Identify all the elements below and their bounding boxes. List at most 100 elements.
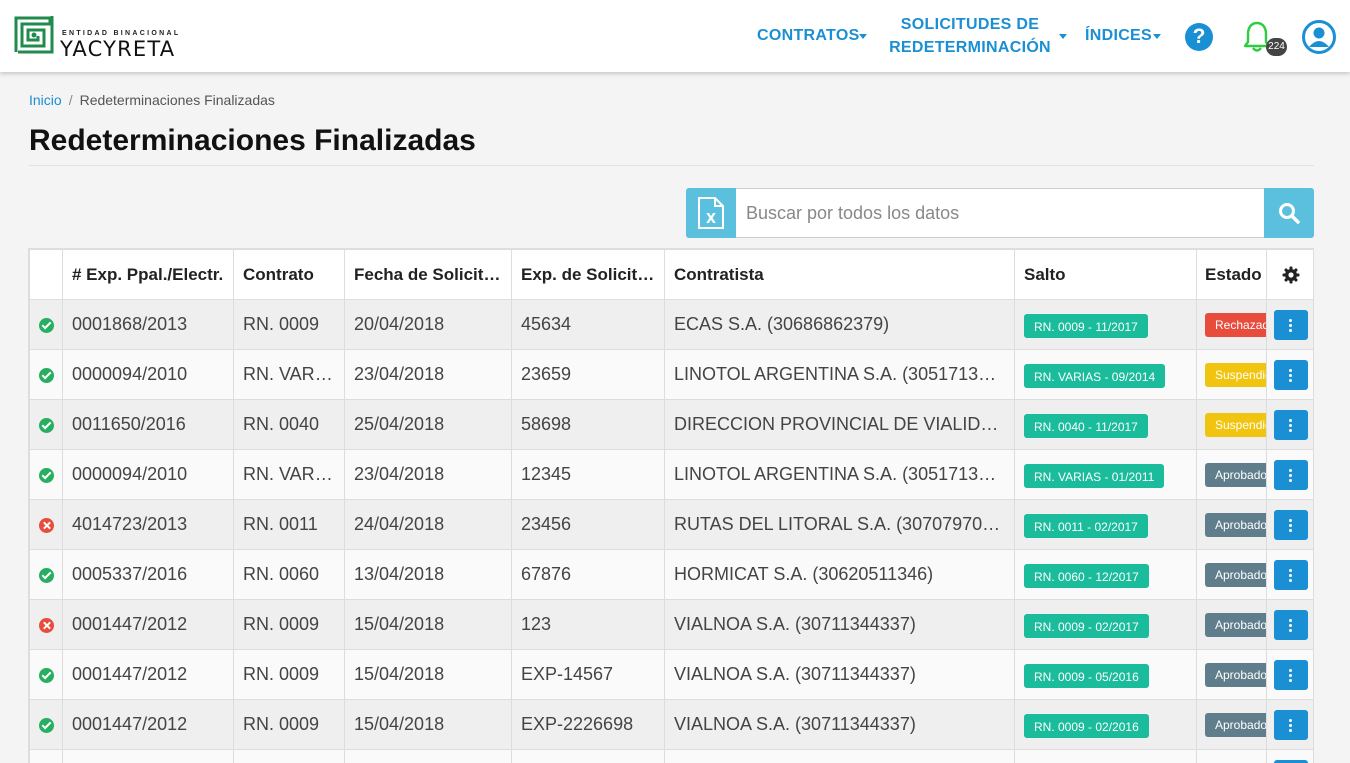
cell-salto: RN. 0060 - 12/2017: [1014, 549, 1197, 600]
table-row[interactable]: 0001447/2012 RN. 0009 15/04/2018 123 VIALNOA…: [29, 599, 1313, 650]
search-input[interactable]: [736, 188, 1264, 238]
kebab-dot-icon: [1289, 573, 1292, 577]
header-status: [29, 249, 63, 300]
row-actions-button[interactable]: [1274, 609, 1308, 640]
header-estado[interactable]: Estado: [1196, 249, 1267, 300]
header-exp-solicitud[interactable]: Exp. de Solicitud: [511, 249, 665, 300]
table-row[interactable]: [29, 749, 1313, 763]
cell-contratista: LINOTOL ARGENTINA S.A. (30517136905): [664, 449, 1015, 500]
cell-exp-ppal: 0001868/2013: [62, 299, 234, 350]
gear-icon: [1282, 266, 1300, 284]
kebab-dot-icon: [1289, 368, 1292, 372]
row-actions-button[interactable]: [1274, 559, 1308, 590]
search-button[interactable]: [1264, 188, 1314, 238]
table-row[interactable]: 0001447/2012 RN. 0009 15/04/2018 EXP-222669…: [29, 699, 1313, 750]
row-actions-button[interactable]: [1274, 409, 1308, 440]
check-circle-icon: [38, 717, 54, 733]
kebab-dot-icon: [1289, 723, 1292, 727]
cell-actions: [1266, 699, 1313, 750]
breadcrumb-current: Redeterminaciones Finalizadas: [79, 92, 275, 108]
table-row[interactable]: 0001868/2013 RN. 0009 20/04/2018 45634 ECAS …: [29, 299, 1313, 350]
header-salto[interactable]: Salto: [1014, 249, 1197, 300]
cell-status: [29, 299, 63, 350]
notifications-button[interactable]: 224: [1240, 20, 1287, 60]
page-title: Redeterminaciones Finalizadas: [29, 124, 476, 157]
cell-status: [29, 549, 63, 600]
table-row[interactable]: 4014723/2013 RN. 0011 24/04/2018 23456 RUTAS…: [29, 499, 1313, 550]
row-actions-button[interactable]: [1274, 359, 1308, 390]
salto-badge: RN. 0009 - 11/2017: [1024, 314, 1148, 338]
cell-contrato: RN. VARIAS: [233, 349, 345, 400]
cell-exp-solicitud: 23659: [511, 349, 665, 400]
yacyreta-logo[interactable]: ENTIDAD BINACIONAL YACYRETA: [14, 14, 214, 61]
estado-badge: Aprobado: [1205, 662, 1266, 687]
kebab-dot-icon: [1289, 728, 1292, 732]
cell-exp-ppal: 0001447/2012: [62, 599, 234, 650]
cell-fecha-solicitud: 15/04/2018: [344, 599, 512, 650]
cell-estado: Aprobado: [1196, 499, 1267, 550]
export-excel-button[interactable]: X: [686, 188, 736, 238]
cell-fecha-solicitud: 15/04/2018: [344, 699, 512, 750]
cell-fecha-solicitud: [344, 749, 512, 763]
header-settings[interactable]: [1266, 249, 1313, 300]
help-icon[interactable]: ?: [1185, 23, 1213, 51]
cell-exp-solicitud: EXP-14567: [511, 649, 665, 700]
row-actions-button[interactable]: [1274, 659, 1308, 690]
row-actions-button[interactable]: [1274, 309, 1308, 340]
row-actions-button[interactable]: [1274, 709, 1308, 740]
estado-badge: Suspendido: [1205, 362, 1266, 387]
cell-contratista: HORMICAT S.A. (30620511346): [664, 549, 1015, 600]
excel-file-icon: X: [698, 197, 724, 229]
kebab-dot-icon: [1289, 528, 1292, 532]
kebab-dot-icon: [1289, 673, 1292, 677]
estado-badge: Aprobado: [1205, 562, 1266, 587]
check-circle-icon: [38, 317, 54, 333]
kebab-dot-icon: [1289, 523, 1292, 527]
breadcrumb-home-link[interactable]: Inicio: [29, 92, 62, 108]
salto-badge: RN. 0009 - 05/2016: [1024, 664, 1149, 688]
cell-status: [29, 399, 63, 450]
header-contratista[interactable]: Contratista: [664, 249, 1015, 300]
cell-status: [29, 699, 63, 750]
cell-exp-solicitud: 58698: [511, 399, 665, 450]
cell-contrato: RN. 0009: [233, 699, 345, 750]
header-contrato[interactable]: Contrato: [233, 249, 345, 300]
table-row[interactable]: 0000094/2010 RN. VARIAS 23/04/2018 12345 LIN…: [29, 449, 1313, 500]
nav-solicitudes[interactable]: SOLICITUDES DE REDETERMINACIÓN: [886, 13, 1054, 59]
cell-estado: Aprobado: [1196, 449, 1267, 500]
salto-badge: RN. 0009 - 02/2016: [1024, 714, 1149, 738]
table-row[interactable]: 0000094/2010 RN. VARIAS 23/04/2018 23659 LIN…: [29, 349, 1313, 400]
row-actions-button[interactable]: [1274, 459, 1308, 490]
cell-exp-ppal: 0000094/2010: [62, 349, 234, 400]
row-actions-button[interactable]: [1274, 509, 1308, 540]
nav-solicitudes-line2: REDETERMINACIÓN: [889, 39, 1051, 56]
nav-contratos[interactable]: CONTRATOS: [757, 24, 860, 47]
cell-estado: Aprobado: [1196, 699, 1267, 750]
cell-estado: [1196, 749, 1267, 763]
cell-exp-ppal: 0001447/2012: [62, 699, 234, 750]
cell-estado: Aprobado: [1196, 549, 1267, 600]
kebab-dot-icon: [1289, 323, 1292, 327]
cell-actions: [1266, 599, 1313, 650]
kebab-dot-icon: [1289, 718, 1292, 722]
logo-subtitle: ENTIDAD BINACIONAL: [62, 30, 181, 37]
cell-contrato: RN. 0009: [233, 299, 345, 350]
cell-contratista: VIALNOA S.A. (30711344337): [664, 699, 1015, 750]
user-avatar-icon[interactable]: [1302, 20, 1336, 54]
salto-badge: RN. 0060 - 12/2017: [1024, 564, 1149, 588]
kebab-dot-icon: [1289, 468, 1292, 472]
table-row[interactable]: 0005337/2016 RN. 0060 13/04/2018 67876 HORMI…: [29, 549, 1313, 600]
cell-salto: RN. 0009 - 11/2017: [1014, 299, 1197, 350]
row-actions-button[interactable]: [1274, 759, 1308, 763]
cell-status: [29, 499, 63, 550]
estado-badge: Suspendido: [1205, 412, 1266, 437]
nav-indices[interactable]: ÍNDICES: [1085, 24, 1152, 47]
check-circle-icon: [38, 467, 54, 483]
table-row[interactable]: 0011650/2016 RN. 0040 25/04/2018 58698 DIREC…: [29, 399, 1313, 450]
header-exp-ppal[interactable]: # Exp. Ppal./Electr.: [62, 249, 234, 300]
cell-contratista: LINOTOL ARGENTINA S.A. (30517136905): [664, 349, 1015, 400]
estado-badge: Aprobado: [1205, 712, 1266, 737]
header-fecha-solicitud[interactable]: Fecha de Solicitud: [344, 249, 512, 300]
kebab-dot-icon: [1289, 423, 1292, 427]
table-row[interactable]: 0001447/2012 RN. 0009 15/04/2018 EXP-14567 V…: [29, 649, 1313, 700]
